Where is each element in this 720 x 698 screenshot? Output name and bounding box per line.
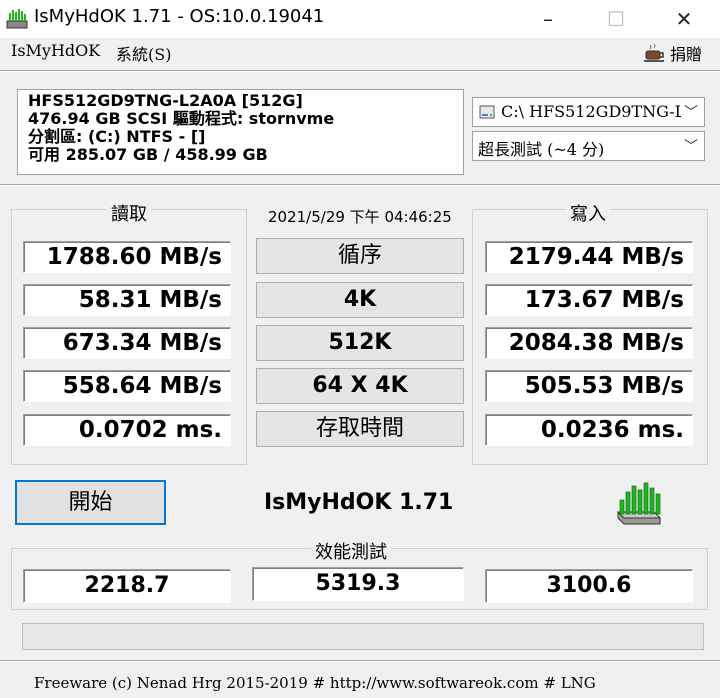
drive-info-panel: HFS512GD9TNG-L2A0A [512G] 476.94 GB SCSI… xyxy=(17,89,464,175)
footer-credits[interactable]: Freeware (c) Nenad Hrg 2015-2019 # http:… xyxy=(34,674,596,692)
drive-size-driver: 476.94 GB SCSI 驅動程式: stornvme xyxy=(28,109,335,128)
drive-free-space: 可用 285.07 GB / 458.99 GB xyxy=(28,145,268,164)
start-button[interactable]: 開始 xyxy=(15,480,166,525)
test-duration-value: 超長測試 (~4 分) xyxy=(478,140,605,159)
4k-test-button[interactable]: 4K xyxy=(256,282,464,318)
maximize-button[interactable]: ☐ xyxy=(588,0,644,38)
write-sequential: 2179.44 MB/s xyxy=(485,241,693,273)
menu-ismyhdok[interactable]: IsMyHdOK xyxy=(11,41,100,60)
write-4k: 173.67 MB/s xyxy=(485,284,693,316)
score-total: 5319.3 xyxy=(252,567,464,601)
performance-title: 效能測試 xyxy=(311,538,391,564)
sequential-test-button[interactable]: 循序 xyxy=(256,238,464,274)
menu-system[interactable]: 系統(S) xyxy=(116,41,171,65)
drive-partition: 分割區: (C:) NTFS - [] xyxy=(28,127,206,146)
divider xyxy=(0,184,720,186)
access-time-test-button[interactable]: 存取時間 xyxy=(256,411,464,447)
divider xyxy=(0,660,720,662)
write-512k: 2084.38 MB/s xyxy=(485,327,693,359)
read-title: 讀取 xyxy=(107,200,151,226)
test-timestamp: 2021/5/29 下午 04:46:25 xyxy=(268,208,452,226)
menu-bar: IsMyHdOK 系統(S) 捐贈 xyxy=(0,38,720,68)
64x4k-test-button[interactable]: 64 X 4K xyxy=(256,368,464,404)
read-4k: 58.31 MB/s xyxy=(23,284,231,316)
drive-model: HFS512GD9TNG-L2A0A [512G] xyxy=(28,91,303,110)
window-title: IsMyHdOK 1.71 - OS:10.0.19041 xyxy=(34,6,325,27)
coffee-cup-icon[interactable] xyxy=(644,43,666,63)
app-icon xyxy=(6,9,28,29)
chevron-down-icon: ﹀ xyxy=(684,139,698,155)
hard-drive-bars-icon xyxy=(616,482,662,525)
divider xyxy=(0,70,720,72)
drive-select[interactable]: C:\ HFS512GD9TNG-L2 ﹀ xyxy=(472,97,705,127)
progress-bar xyxy=(22,623,704,650)
512k-test-button[interactable]: 512K xyxy=(256,325,464,361)
drive-select-value: C:\ HFS512GD9TNG-L2 xyxy=(501,102,681,121)
title-bar: IsMyHdOK 1.71 - OS:10.0.19041 – ☐ ✕ xyxy=(0,0,720,38)
drive-icon xyxy=(479,105,495,119)
brand-title: IsMyHdOK 1.71 xyxy=(264,490,454,515)
write-access-time: 0.0236 ms. xyxy=(485,414,693,446)
write-title: 寫入 xyxy=(566,200,610,226)
chevron-down-icon: ﹀ xyxy=(684,105,698,121)
test-duration-select[interactable]: 超長測試 (~4 分) ﹀ xyxy=(472,131,705,161)
read-64x4k: 558.64 MB/s xyxy=(23,370,231,402)
read-access-time: 0.0702 ms. xyxy=(23,414,231,446)
write-64x4k: 505.53 MB/s xyxy=(485,370,693,402)
read-512k: 673.34 MB/s xyxy=(23,327,231,359)
score-write: 3100.6 xyxy=(485,569,693,603)
read-sequential: 1788.60 MB/s xyxy=(23,241,231,273)
minimize-button[interactable]: – xyxy=(520,0,576,38)
close-button[interactable]: ✕ xyxy=(656,0,712,38)
donate-button[interactable]: 捐贈 xyxy=(670,41,702,65)
score-read: 2218.7 xyxy=(23,569,231,603)
